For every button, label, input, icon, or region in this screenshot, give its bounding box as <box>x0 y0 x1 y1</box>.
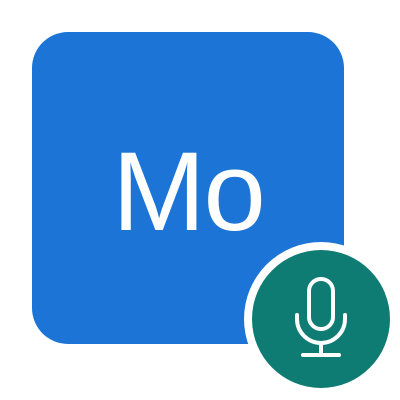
app-icon-canvas: Mo <box>0 0 400 400</box>
app-initials: Mo <box>112 129 266 254</box>
mic-badge-circle <box>252 250 390 388</box>
microphone-icon <box>295 277 347 357</box>
mic-badge <box>244 242 398 396</box>
